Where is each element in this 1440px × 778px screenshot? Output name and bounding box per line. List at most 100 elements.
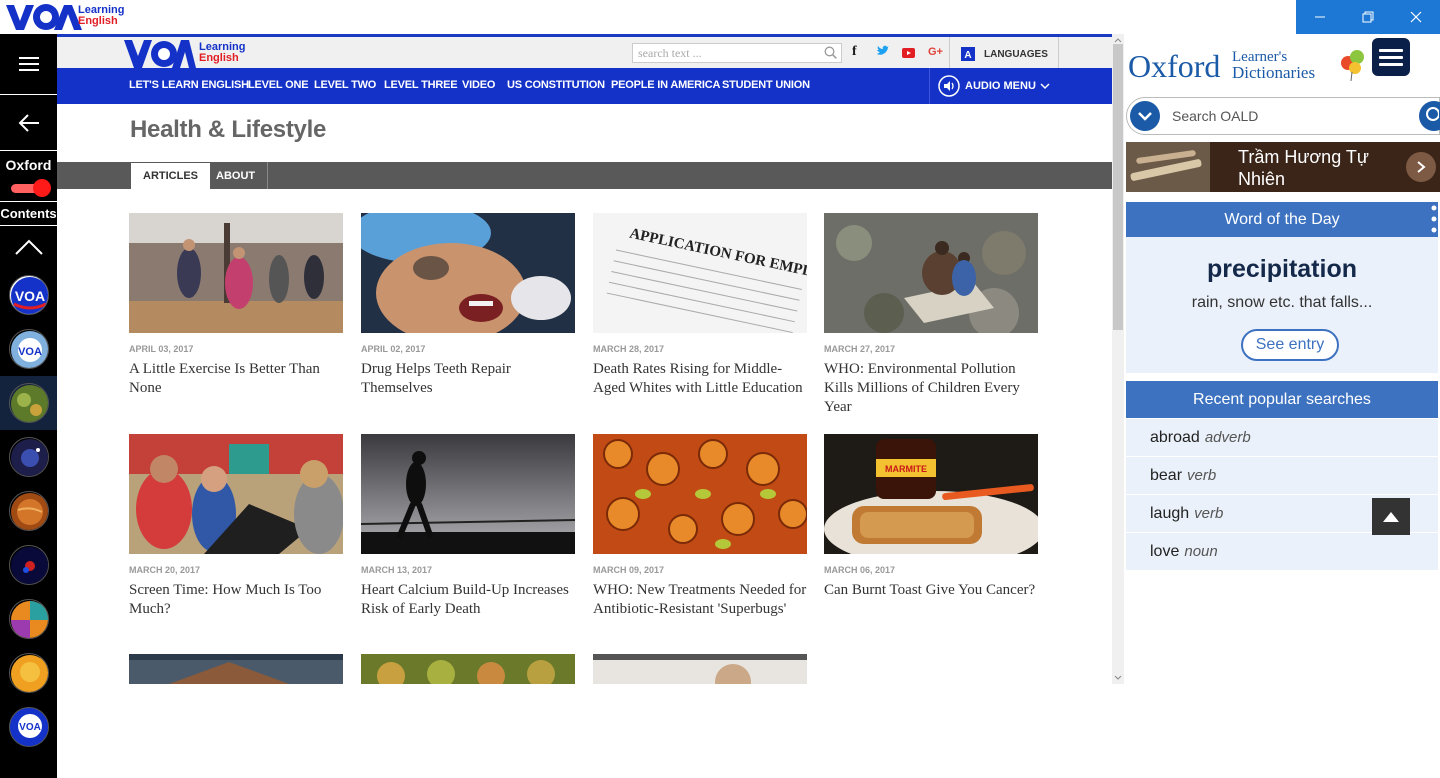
search-icon [1426, 107, 1440, 121]
minimize-button[interactable] [1296, 0, 1344, 34]
article-image-partial-3[interactable] [593, 654, 807, 684]
facebook-icon[interactable]: f [852, 44, 857, 60]
article-card[interactable] [361, 654, 575, 684]
article-image-runner[interactable] [361, 434, 575, 554]
word-of-the-day-definition: rain, snow etc. that falls... [1191, 294, 1373, 311]
nav-people-in-america[interactable]: PEOPLE IN AMERICA [611, 79, 720, 91]
back-to-top-button[interactable] [1372, 498, 1410, 535]
oxford-ad-banner[interactable]: Trầm Hương Tự Nhiên [1126, 142, 1440, 192]
article-card[interactable]: MARMITE MARCH 06, 2017 Can Burnt Toast G… [824, 434, 1038, 600]
nav-us-constitution[interactable]: US CONSTITUTION [507, 79, 605, 91]
article-card[interactable]: MARCH 09, 2017 WHO: New Treatments Neede… [593, 434, 807, 619]
rail-app-space[interactable] [0, 538, 57, 592]
nav-level-one[interactable]: LEVEL ONE [248, 79, 309, 91]
nav-video[interactable]: VIDEO [462, 79, 495, 91]
rail-app-colorful[interactable] [0, 592, 57, 646]
nav-student-union[interactable]: STUDENT UNION [722, 79, 810, 91]
svg-text:A: A [964, 50, 971, 61]
oxford-menu-button[interactable] [1372, 38, 1410, 76]
article-card[interactable]: MARCH 27, 2017 WHO: Environmental Pollut… [824, 213, 1038, 417]
article-card[interactable]: APPLICATION FOR EMPLOYMENT MARCH 28, 201… [593, 213, 807, 398]
oxford-toggle-label: Oxford [5, 157, 52, 173]
search-dropdown-button[interactable] [1130, 101, 1160, 131]
article-card[interactable]: APRIL 03, 2017 A Little Exercise Is Bett… [129, 213, 343, 398]
article-image-partial-1[interactable] [129, 654, 343, 684]
article-card[interactable] [593, 654, 807, 684]
article-image-partial-2[interactable] [361, 654, 575, 684]
audio-menu-button[interactable]: AUDIO MENU [929, 68, 1058, 104]
contents-label[interactable]: Contents [0, 206, 57, 221]
scroll-down-arrow-icon[interactable] [1112, 674, 1124, 682]
article-image-pollution[interactable] [824, 213, 1038, 333]
rail-app-voa-2[interactable]: VOA [0, 322, 57, 376]
tab-about[interactable]: ABOUT [204, 162, 269, 189]
chevron-right-icon [1417, 161, 1426, 173]
left-rail: Oxford Contents VOA VOA VOA [0, 34, 57, 778]
article-headline[interactable]: Drug Helps Teeth Repair Themselves [361, 360, 575, 398]
article-image-screen-time[interactable] [129, 434, 343, 554]
google-plus-icon[interactable]: G+ [928, 46, 943, 58]
nav-level-three[interactable]: LEVEL THREE [384, 79, 458, 91]
search-icon[interactable] [824, 46, 837, 59]
rail-app-voa-1[interactable]: VOA [0, 268, 57, 322]
oald-search-input[interactable]: Search OALD [1126, 97, 1440, 135]
svg-text:VOA: VOA [18, 346, 42, 358]
article-card[interactable]: MARCH 13, 2017 Heart Calcium Build-Up In… [361, 434, 575, 619]
back-button[interactable] [0, 95, 57, 150]
article-card[interactable]: MARCH 20, 2017 Screen Time: How Much Is … [129, 434, 343, 619]
article-image-toast[interactable]: MARMITE [824, 434, 1038, 554]
article-headline[interactable]: WHO: Environmental Pollution Kills Milli… [824, 360, 1038, 417]
recent-search-item[interactable]: love noun [1126, 533, 1438, 571]
article-headline[interactable]: Can Burnt Toast Give You Cancer? [824, 581, 1038, 600]
ad-next-button[interactable] [1406, 152, 1436, 182]
chevron-down-icon [1138, 112, 1152, 121]
article-headline[interactable]: A Little Exercise Is Better Than None [129, 360, 343, 398]
see-entry-button[interactable]: See entry [1241, 329, 1339, 361]
scroll-up-arrow-icon[interactable] [1112, 36, 1124, 44]
tab-articles[interactable]: ARTICLES [131, 163, 210, 189]
speaker-icon [938, 75, 960, 97]
article-image-exercise[interactable] [129, 213, 343, 333]
scrollbar-thumb[interactable] [1113, 44, 1123, 330]
article-headline[interactable]: Screen Time: How Much Is Too Much? [129, 581, 343, 619]
scroll-up-button[interactable] [0, 226, 57, 268]
recent-word: love [1150, 542, 1180, 560]
article-image-dentist[interactable] [361, 213, 575, 333]
content-scrollbar[interactable] [1112, 34, 1124, 684]
rail-app-orange[interactable] [0, 646, 57, 700]
article-image-employment[interactable]: APPLICATION FOR EMPLOYMENT [593, 213, 807, 333]
restore-button[interactable] [1344, 0, 1392, 34]
ad-text-line2: Nhiên [1238, 169, 1286, 189]
article-headline[interactable]: Heart Calcium Build-Up Increases Risk of… [361, 581, 575, 619]
rail-app-planet[interactable] [0, 484, 57, 538]
twitter-icon[interactable] [876, 45, 889, 60]
nav-level-two[interactable]: LEVEL TWO [314, 79, 376, 91]
languages-icon: A [961, 47, 975, 61]
article-headline[interactable]: Death Rates Rising for Middle-Aged White… [593, 360, 807, 398]
hamburger-menu-button[interactable] [0, 34, 57, 94]
rail-divider [0, 201, 57, 202]
rail-app-newstube[interactable]: VOA [0, 700, 57, 754]
voa-logo[interactable]: Learning English [124, 38, 245, 70]
rail-app-science[interactable] [0, 430, 57, 484]
close-button[interactable] [1392, 0, 1440, 34]
recent-word: laugh [1150, 504, 1190, 522]
logo-english-text: English [199, 52, 239, 64]
recent-search-item[interactable]: abroad adverb [1126, 419, 1438, 457]
youtube-icon[interactable] [902, 46, 915, 61]
voa-search-input[interactable]: search text ... [632, 43, 842, 63]
oxford-toggle[interactable] [7, 179, 51, 197]
article-headline[interactable]: WHO: New Treatments Needed for Antibioti… [593, 581, 807, 619]
nature-app-icon [8, 383, 49, 423]
word-of-the-day[interactable]: precipitation [1126, 255, 1438, 284]
recent-search-item[interactable]: bear verb [1126, 457, 1438, 495]
nav-lets-learn-english[interactable]: LET'S LEARN ENGLISH [129, 79, 249, 91]
article-image-bacteria[interactable] [593, 434, 807, 554]
languages-button[interactable]: A LANGUAGES [949, 37, 1059, 71]
article-date: MARCH 06, 2017 [824, 565, 896, 575]
oald-search-button[interactable] [1419, 101, 1440, 131]
article-card[interactable]: APRIL 02, 2017 Drug Helps Teeth Repair T… [361, 213, 575, 398]
more-options-icon[interactable] [1430, 202, 1438, 236]
article-card[interactable] [129, 654, 343, 684]
rail-app-nature[interactable] [0, 376, 57, 430]
